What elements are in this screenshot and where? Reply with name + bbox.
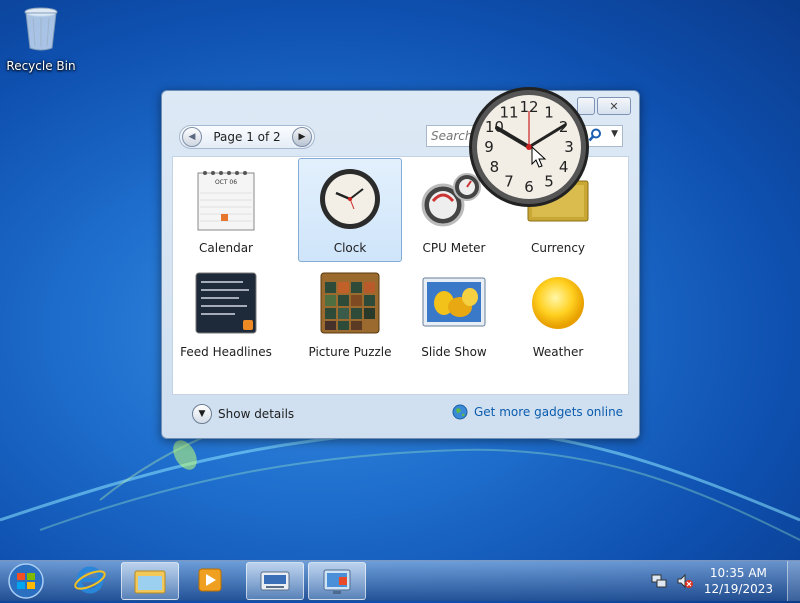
gadget-tile-picture-puzzle[interactable]: Picture Puzzle: [298, 262, 402, 366]
start-button[interactable]: [4, 562, 48, 600]
gadget-label-calendar: Calendar: [199, 241, 253, 255]
page-navigator: ◀ Page 1 of 2 ▶: [179, 125, 315, 149]
gadget-label-weather: Weather: [532, 345, 584, 359]
gadget-tile-weather[interactable]: Weather: [506, 262, 610, 366]
taskbar-clock[interactable]: 10:35 AM 12/19/2023: [704, 565, 773, 597]
system-tray: 10:35 AM 12/19/2023: [650, 561, 800, 601]
page-indicator: Page 1 of 2: [213, 130, 281, 144]
gadget-tile-clock[interactable]: Clock: [298, 158, 402, 262]
media-player-icon: [198, 568, 222, 592]
clock-numeral: 9: [484, 138, 494, 156]
clock-numeral: 11: [499, 103, 518, 121]
folder-icon: [134, 570, 166, 594]
show-details-label: Show details: [218, 407, 295, 421]
globe-icon: [452, 404, 468, 420]
clock-numeral: 6: [524, 178, 534, 196]
slide-show-icon: [419, 269, 489, 339]
calendar-month-label: OCT 06: [215, 179, 237, 186]
recycle-bin-icon: [24, 7, 58, 51]
clock-icon: [315, 165, 385, 235]
mouse-cursor-icon: [531, 146, 547, 168]
chevron-right-icon: ▶: [298, 132, 306, 142]
gadget-label-slide-show: Slide Show: [421, 345, 487, 359]
gadget-label-currency: Currency: [530, 241, 586, 255]
taskbar-gadget-gallery[interactable]: [308, 562, 366, 600]
search-dropdown-arrow-icon[interactable]: ▼: [611, 129, 618, 139]
taskbar-date: 12/19/2023: [703, 582, 773, 596]
gadget-tile-slide-show[interactable]: Slide Show: [402, 262, 506, 366]
gallery-footer: ▼ Show details Get more gadgets online: [162, 393, 639, 438]
keyboard-icon: [260, 571, 290, 591]
previous-page-button[interactable]: ◀: [182, 127, 202, 147]
close-icon: ✕: [609, 99, 619, 113]
gadget-gallery-icon: [323, 569, 351, 594]
gadget-label-clock: Clock: [333, 241, 367, 255]
gadget-label-picture-puzzle: Picture Puzzle: [308, 345, 392, 359]
clock-numeral: 8: [490, 158, 500, 176]
windows-logo-icon: [8, 563, 44, 599]
window-close-button[interactable]: ✕: [597, 97, 631, 115]
get-more-gadgets-link[interactable]: Get more gadgets online: [452, 404, 623, 420]
taskbar-on-screen-keyboard[interactable]: [246, 562, 304, 600]
taskbar-media-player[interactable]: [182, 562, 238, 598]
chevron-down-icon: ▼: [192, 404, 212, 424]
network-icon[interactable]: [650, 572, 668, 590]
show-desktop-button[interactable]: [787, 561, 800, 601]
recycle-bin-label: Recycle Bin: [6, 59, 76, 73]
taskbar-windows-explorer[interactable]: [121, 562, 179, 600]
gadget-tile-feed-headlines[interactable]: Feed Headlines: [174, 262, 278, 366]
taskbar: 10:35 AM 12/19/2023: [0, 560, 800, 601]
weather-icon: [523, 269, 593, 339]
show-details-toggle[interactable]: ▼ Show details: [192, 404, 294, 424]
feed-headlines-icon: [191, 269, 261, 339]
recycle-bin-desktop-icon[interactable]: Recycle Bin: [6, 6, 76, 73]
gadget-tile-calendar[interactable]: OCT 06 Calendar: [174, 158, 278, 262]
dragged-clock-gadget[interactable]: 121234567891011: [467, 85, 591, 209]
next-page-button[interactable]: ▶: [292, 127, 312, 147]
internet-explorer-icon: [74, 566, 106, 594]
volume-muted-icon[interactable]: [676, 572, 694, 590]
picture-puzzle-icon: [315, 269, 385, 339]
clock-numeral: 3: [564, 138, 574, 156]
taskbar-time: 10:35 AM: [709, 566, 767, 580]
chevron-left-icon: ◀: [188, 132, 196, 142]
clock-numeral: 1: [544, 103, 554, 121]
taskbar-internet-explorer[interactable]: [62, 562, 118, 598]
clock-numeral: 7: [504, 173, 514, 191]
clock-numeral: 5: [544, 173, 554, 191]
clock-numeral: 4: [559, 158, 569, 176]
gadget-label-cpu-meter: CPU Meter: [422, 241, 486, 255]
calendar-icon: OCT 06: [191, 165, 261, 235]
get-more-gadgets-label: Get more gadgets online: [474, 405, 624, 419]
gadget-label-feed-headlines: Feed Headlines: [180, 345, 272, 359]
